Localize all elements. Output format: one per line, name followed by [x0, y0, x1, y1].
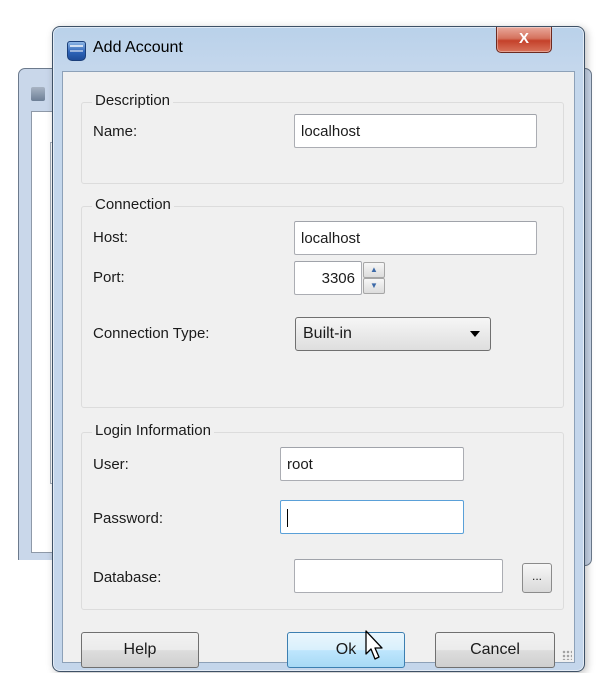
description-legend: Description [92, 92, 174, 110]
name-field[interactable] [294, 114, 537, 148]
connection-legend: Connection [92, 196, 174, 214]
dialog-body: Description Name: Connection Host: Port:… [62, 71, 575, 668]
connection-group: Connection Host: Port: ▲ ▼ Connection Ty… [81, 196, 564, 408]
add-account-dialog: Add Account X Description Name: Connecti… [52, 26, 585, 672]
connection-type-dropdown[interactable]: Built-in [295, 317, 491, 351]
host-label: Host: [93, 229, 129, 246]
port-field[interactable] [294, 261, 362, 295]
dialog-title: Add Account [93, 39, 183, 56]
password-label: Password: [93, 510, 164, 527]
text-caret [287, 509, 288, 527]
resize-grip[interactable] [562, 650, 572, 660]
mouse-cursor-icon [365, 630, 383, 660]
login-information-legend: Login Information [92, 422, 214, 440]
database-field[interactable] [294, 559, 503, 593]
connection-type-label: Connection Type: [93, 325, 210, 342]
chevron-down-icon [470, 331, 480, 337]
login-information-group: Login Information User: Password: Databa… [81, 422, 564, 610]
connection-type-value: Built-in [303, 325, 352, 342]
name-label: Name: [93, 123, 138, 140]
user-label: User: [93, 456, 129, 473]
port-decrement-button[interactable]: ▼ [363, 278, 385, 294]
port-label: Port: [93, 269, 125, 286]
host-field[interactable] [294, 221, 537, 255]
description-group: Description Name: [81, 92, 564, 184]
close-button[interactable]: X [496, 27, 552, 53]
title-bar[interactable]: Add Account X [53, 27, 584, 71]
database-label: Database: [93, 569, 162, 586]
cancel-button[interactable]: Cancel [435, 632, 555, 668]
browse-database-button[interactable]: ... [522, 563, 552, 593]
ok-button[interactable]: Ok [287, 632, 405, 668]
port-increment-button[interactable]: ▲ [363, 262, 385, 278]
database-icon [67, 41, 86, 61]
user-field[interactable] [280, 447, 464, 481]
password-field[interactable] [280, 500, 464, 534]
help-button[interactable]: Help [81, 632, 199, 668]
port-stepper: ▲ ▼ [363, 262, 385, 294]
background-window-icon [31, 87, 45, 101]
